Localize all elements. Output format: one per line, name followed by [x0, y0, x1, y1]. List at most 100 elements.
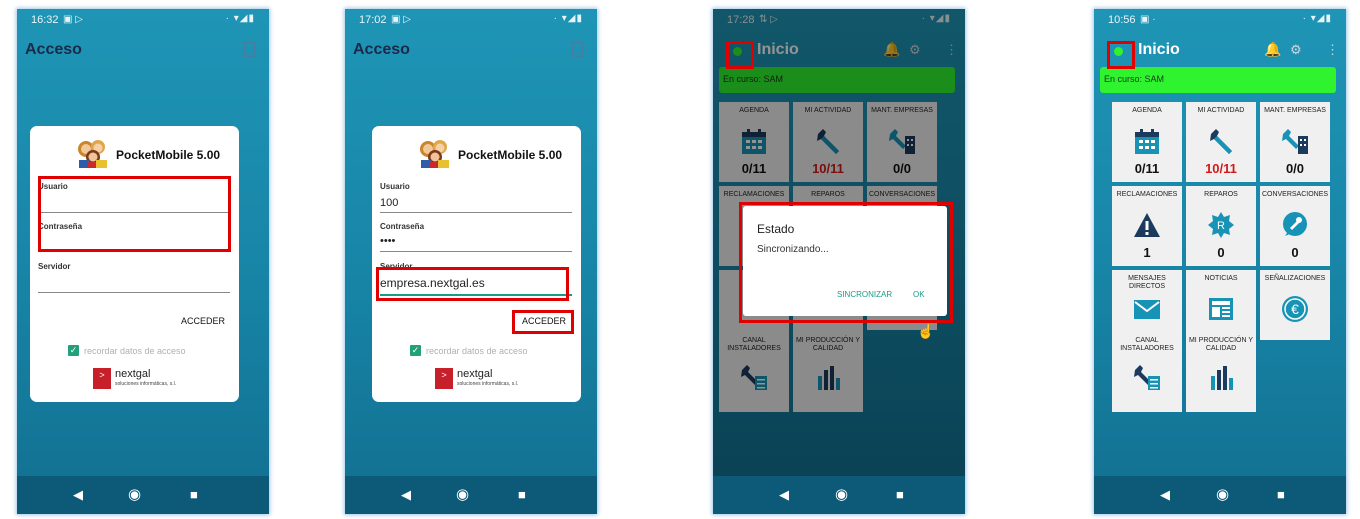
highlight-status-dot [1107, 41, 1135, 69]
tile-reparos[interactable]: REPAROS R 0 [1186, 186, 1256, 266]
tile-label: REPAROS [1204, 191, 1238, 198]
calendar-icon [1135, 129, 1159, 154]
highlight-credentials [38, 176, 231, 252]
status-bar: 16:32 ▣ ▷ · ▾◢▮ [17, 9, 269, 31]
home-icon[interactable]: ◉ [835, 485, 848, 503]
alarm-icon[interactable]: 🔔 [1264, 41, 1281, 58]
page-title: Acceso [25, 41, 82, 58]
status-bar: 10:56 ▣ · · ▾◢▮ [1094, 9, 1346, 31]
settings-icon[interactable] [572, 42, 583, 57]
tile-reclamaciones[interactable]: RECLAMACIONES 1 [1112, 186, 1182, 266]
highlight-dialog [739, 202, 953, 323]
wrench-doc-icon [1134, 365, 1160, 390]
phone-screen-login-filled: 17:02 ▣ ▷ · ▾◢▮ Acceso PocketMobile 5.00… [345, 9, 597, 514]
tile-label: MENSAJES DIRECTOS [1128, 275, 1166, 290]
back-icon[interactable]: ◀ [1160, 487, 1170, 503]
back-icon[interactable]: ◀ [779, 487, 789, 503]
tile-label: AGENDA [1132, 107, 1162, 114]
notification-icon: ▣ · [1140, 14, 1156, 25]
tile-conversaciones[interactable]: CONVERSACIONES 0 [1260, 186, 1330, 266]
more-icon[interactable]: ⋮ [1326, 42, 1339, 58]
app-name: PocketMobile 5.00 [458, 148, 563, 162]
tile-label: SEÑALIZACIONES [1264, 275, 1326, 282]
svg-text:€: € [1291, 301, 1299, 317]
tile-count: 0 [1291, 245, 1299, 260]
badge-icon: R [1208, 212, 1234, 238]
tile-mi-actividad[interactable]: MI ACTIVIDAD 10/11 [1186, 102, 1256, 182]
page-title: Inicio [1138, 41, 1180, 58]
tile-label: MI ACTIVIDAD [1197, 107, 1245, 114]
home-icon[interactable]: ◉ [128, 485, 141, 503]
company-name: nextgal [457, 368, 493, 380]
pointer-icon: ☝ [917, 323, 935, 339]
phone-screen-home: 10:56 ▣ · · ▾◢▮ Inicio 🔔 ⚙ ⋮ En curso: S… [1094, 9, 1346, 514]
tile-label: CONVERSACIONES [1261, 191, 1329, 198]
status-time: 10:56 [1108, 14, 1136, 26]
tile-count: 10/11 [1205, 161, 1237, 176]
tile-count: 0/0 [1285, 161, 1305, 176]
recents-icon[interactable]: ■ [190, 487, 198, 502]
bar-chart-icon [1211, 366, 1233, 390]
euro-icon: € [1282, 296, 1308, 322]
home-icon[interactable]: ◉ [1216, 485, 1229, 503]
recents-icon[interactable]: ■ [518, 487, 526, 502]
tile-count: 0 [1217, 245, 1225, 260]
back-icon[interactable]: ◀ [401, 487, 411, 503]
wrench-icon [1210, 129, 1232, 154]
mail-icon [1134, 300, 1160, 319]
app-bar: Acceso [345, 33, 597, 67]
tile-label: MANT. EMPRESAS [1264, 107, 1326, 114]
tile-label: CANAL INSTALADORES [1120, 337, 1174, 352]
highlight-status-dot [726, 41, 754, 69]
tile-count: 0/11 [1134, 161, 1160, 176]
chat-wrench-icon [1283, 212, 1307, 236]
nav-bar: ◀ ◉ ■ [713, 476, 965, 514]
remember-checkbox[interactable]: ✓ [68, 345, 79, 356]
tile-label: MI PRODUCCIÓN Y CALIDAD [1188, 337, 1254, 352]
tile-agenda[interactable]: AGENDA 0/11 [1112, 102, 1182, 182]
highlight-login-button [512, 310, 574, 334]
wrench-building-icon [1282, 129, 1308, 154]
server-label: Servidor [38, 262, 71, 271]
company-subtitle: soluciones informáticas, s.l. [115, 381, 177, 387]
password-field[interactable]: •••• [380, 235, 395, 247]
recents-icon[interactable]: ■ [1277, 487, 1285, 502]
gear-icon[interactable]: ⚙ [1290, 42, 1302, 58]
server-underline [38, 292, 230, 293]
phone-screen-login-empty: 16:32 ▣ ▷ · ▾◢▮ Acceso PocketMobile 5.00… [17, 9, 269, 514]
login-button[interactable]: ACCEDER [181, 316, 225, 326]
settings-icon[interactable] [244, 42, 255, 57]
home-icon[interactable]: ◉ [456, 485, 469, 503]
nav-bar: ◀ ◉ ■ [345, 476, 597, 514]
nextgal-logo-icon: > [435, 368, 453, 389]
tile-senalizaciones[interactable]: SEÑALIZACIONES € [1260, 270, 1330, 340]
warning-icon [1134, 213, 1160, 237]
password-underline [380, 251, 572, 252]
company-name: nextgal [115, 368, 151, 380]
remember-label: recordar datos de acceso [84, 346, 186, 356]
nav-bar: ◀ ◉ ■ [1094, 476, 1346, 514]
phone-screen-home-syncing: 17:28 ⇅ ▷ · ▾◢▮ Inicio 🔔 ⚙ ⋮ En curso: S… [713, 9, 965, 514]
tile-mi-produccion[interactable]: MI PRODUCCIÓN Y CALIDAD [1186, 332, 1256, 412]
status-bar: 17:02 ▣ ▷ · ▾◢▮ [345, 9, 597, 31]
news-icon [1209, 298, 1233, 320]
app-bar: Acceso [17, 33, 269, 67]
tile-mant-empresas[interactable]: MANT. EMPRESAS 0/0 [1260, 102, 1330, 182]
login-card: PocketMobile 5.00 Usuario Contraseña Ser… [30, 126, 239, 402]
in-progress-bar[interactable]: En curso: SAM [1100, 67, 1336, 93]
user-underline [380, 212, 572, 213]
app-name: PocketMobile 5.00 [116, 148, 221, 162]
svg-text:R: R [1217, 220, 1225, 232]
user-field[interactable]: 100 [380, 197, 398, 209]
tile-label: NOTICIAS [1204, 275, 1238, 282]
tile-canal-instaladores[interactable]: CANAL INSTALADORES [1112, 332, 1182, 412]
tile-count: 1 [1143, 245, 1151, 260]
status-time: 16:32 [31, 14, 59, 26]
remember-checkbox[interactable]: ✓ [410, 345, 421, 356]
remember-label: recordar datos de acceso [426, 346, 528, 356]
recents-icon[interactable]: ■ [896, 487, 904, 502]
back-icon[interactable]: ◀ [73, 487, 83, 503]
page-title: Acceso [353, 41, 410, 58]
app-logo-icon [78, 140, 107, 168]
login-card: PocketMobile 5.00 Usuario 100 Contraseña… [372, 126, 581, 402]
